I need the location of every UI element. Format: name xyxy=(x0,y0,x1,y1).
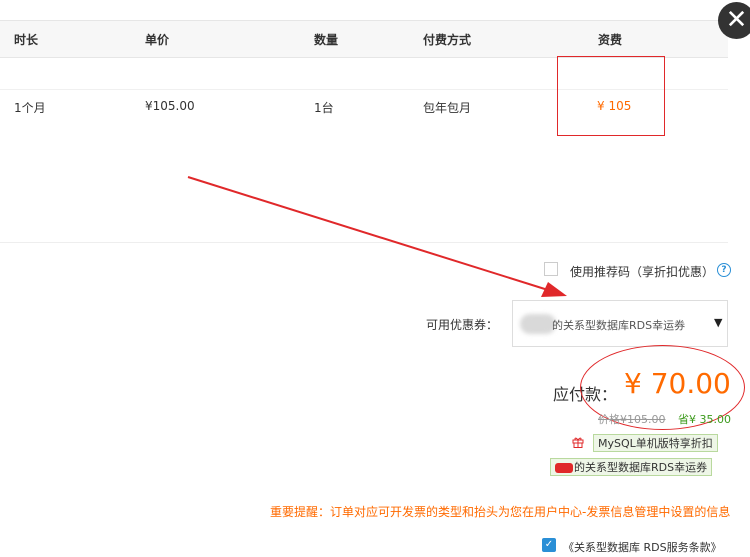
arrow-shaft xyxy=(187,176,549,291)
annotation-arrow xyxy=(187,176,567,297)
arrow-head xyxy=(541,282,567,297)
